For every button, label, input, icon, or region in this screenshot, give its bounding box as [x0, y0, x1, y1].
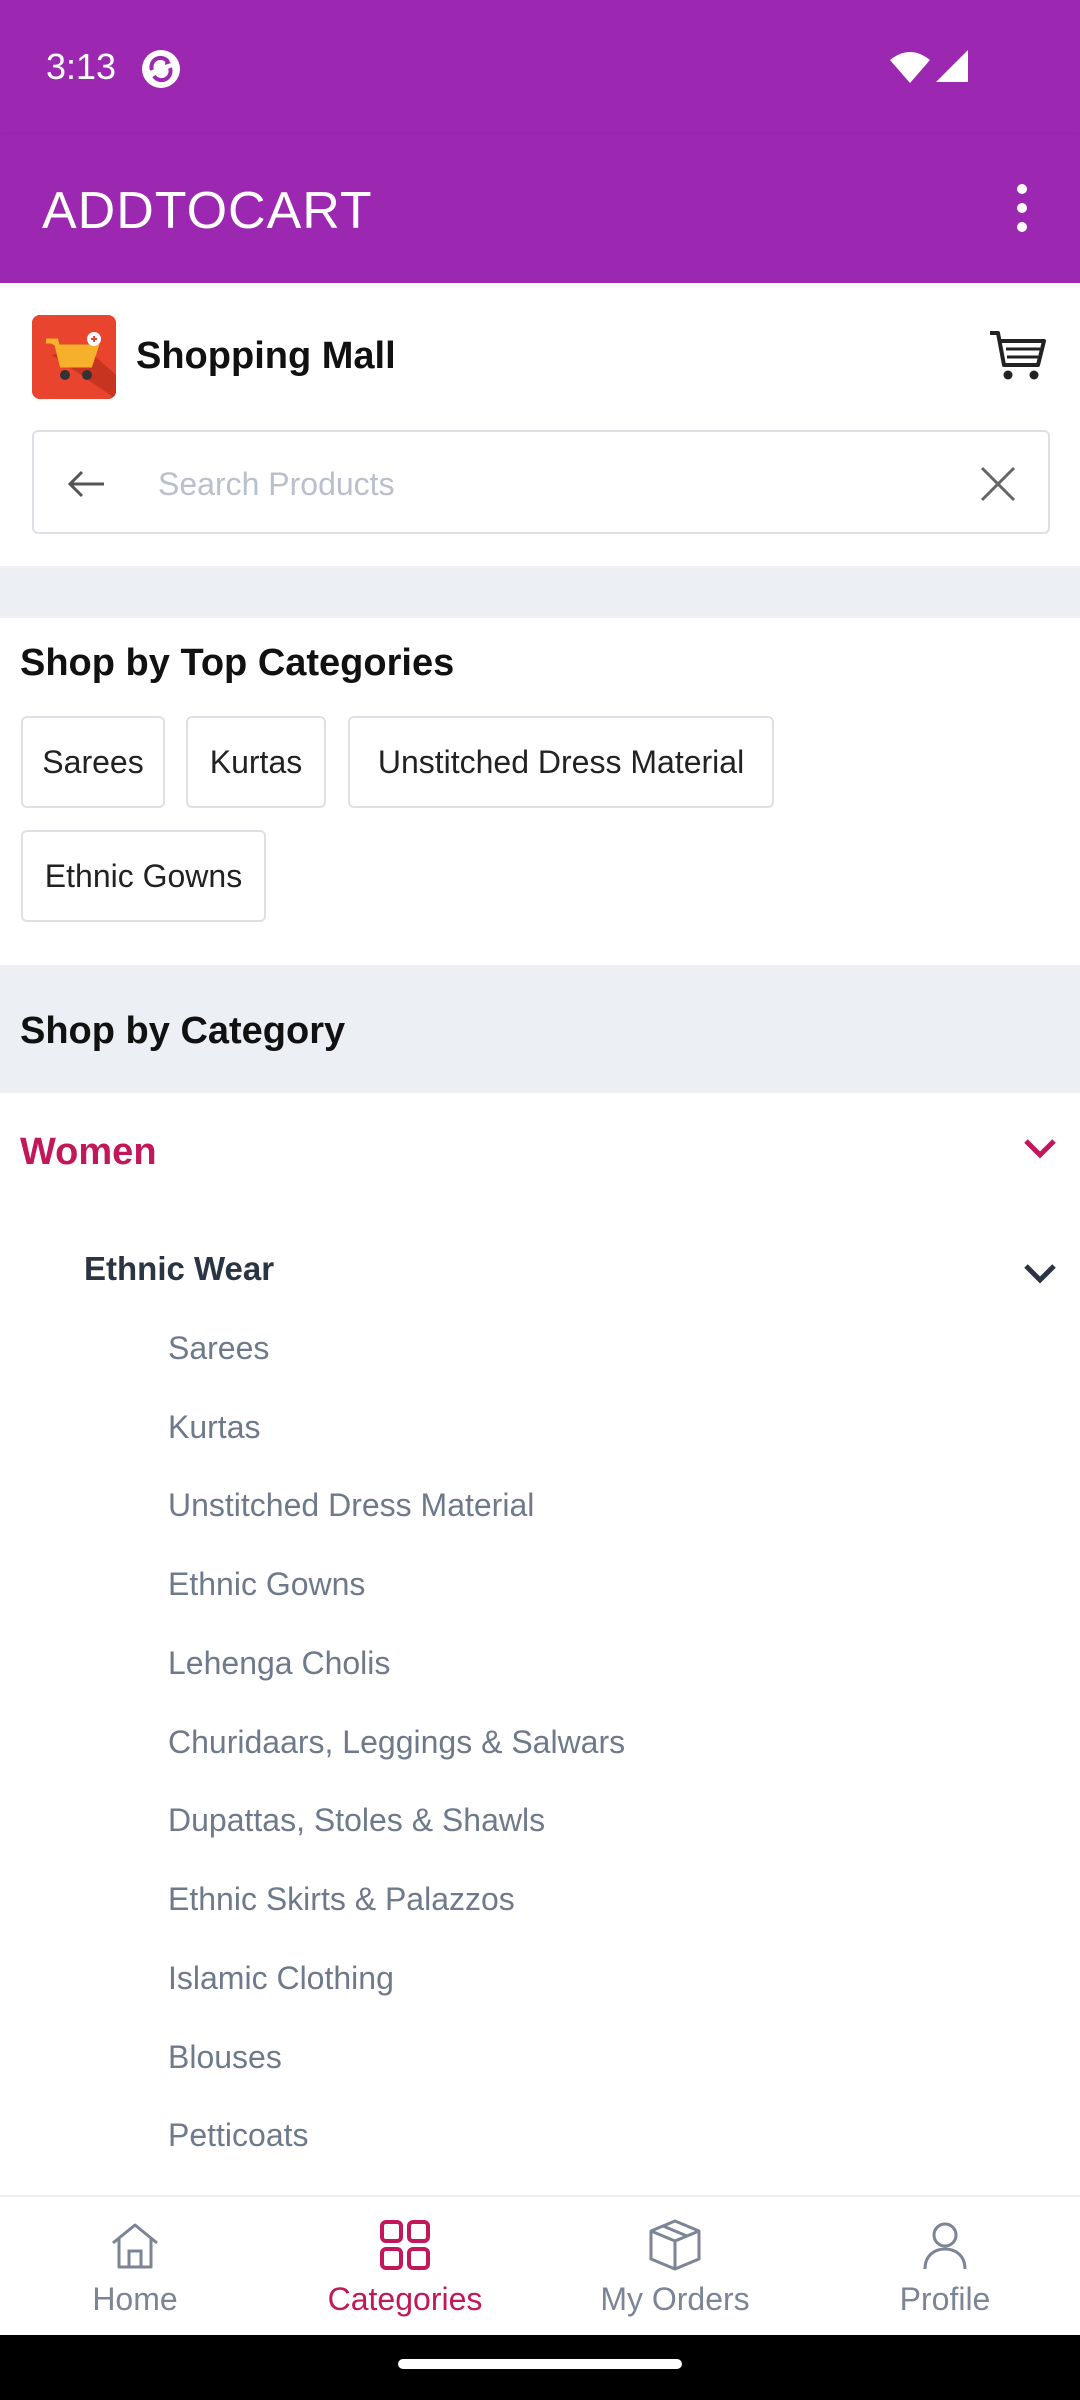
top-categories-title: Shop by Top Categories [20, 642, 455, 684]
chevron-down-icon[interactable] [1022, 1262, 1058, 1286]
list-item[interactable]: Lehenga Cholis [168, 1645, 390, 1682]
list-item[interactable]: Dupattas, Stoles & Shawls [168, 1802, 545, 1839]
list-item[interactable]: Unstitched Dress Material [168, 1487, 534, 1524]
app-title: ADDTOCART [42, 182, 373, 240]
nav-my-orders[interactable]: My Orders [540, 2197, 810, 2337]
list-item[interactable]: Petticoats [168, 2117, 309, 2154]
category-women-label: Women [20, 1131, 157, 1173]
chevron-down-icon[interactable] [1022, 1137, 1058, 1161]
nav-profile[interactable]: Profile [810, 2197, 1080, 2337]
sync-icon [142, 50, 180, 88]
signal-icon [936, 50, 968, 82]
category-section-header: Shop by Category [0, 965, 1080, 1093]
store-header: Shopping Mall [0, 283, 1080, 428]
list-item[interactable]: Ethnic Skirts & Palazzos [168, 1881, 515, 1918]
list-item[interactable]: Blouses [168, 2039, 282, 2076]
status-bar: 3:13 [0, 0, 1080, 135]
nav-my-orders-label: My Orders [600, 2281, 750, 2317]
search-input[interactable] [158, 454, 938, 514]
list-item[interactable]: Churidaars, Leggings & Salwars [168, 1724, 625, 1761]
grid-icon [380, 2220, 430, 2270]
overflow-menu-icon[interactable] [1000, 175, 1044, 241]
list-item[interactable]: Kurtas [168, 1409, 260, 1446]
chip-kurtas[interactable]: Kurtas [186, 716, 326, 808]
home-gesture-handle[interactable] [398, 2359, 682, 2369]
home-icon [112, 2223, 158, 2269]
store-logo [32, 315, 116, 399]
list-item[interactable]: Islamic Clothing [168, 1960, 394, 1997]
nav-profile-label: Profile [899, 2281, 991, 2317]
nav-home-label: Home [92, 2281, 178, 2317]
close-icon[interactable] [976, 462, 1020, 506]
category-women[interactable]: Women [0, 1093, 1080, 1211]
screen: 3:13 ADDTOCART Shopping Mall Search Prod… [0, 0, 1080, 2400]
user-icon [923, 2222, 967, 2270]
cart-icon[interactable] [988, 329, 1046, 383]
nav-categories[interactable]: Categories [270, 2197, 540, 2337]
app-bar: ADDTOCART [0, 135, 1080, 283]
list-item[interactable]: Ethnic Gowns [168, 1566, 365, 1603]
wifi-icon [890, 52, 930, 83]
search-bar [32, 430, 1050, 534]
nav-home[interactable]: Home [0, 2197, 270, 2337]
chip-sarees[interactable]: Sarees [21, 716, 165, 808]
back-arrow-icon[interactable] [64, 462, 108, 506]
gesture-bar [0, 2335, 1080, 2400]
nav-categories-label: Categories [327, 2281, 483, 2317]
subcategory-ethnic-wear[interactable]: Ethnic Wear [84, 1250, 274, 1288]
list-item[interactable]: Sarees [168, 1330, 269, 1367]
status-time: 3:13 [46, 46, 117, 87]
category-section-title: Shop by Category [20, 1010, 346, 1052]
divider-band [0, 566, 1080, 618]
box-icon [649, 2219, 701, 2271]
chip-unstitched-dress-material[interactable]: Unstitched Dress Material [348, 716, 774, 808]
chip-ethnic-gowns[interactable]: Ethnic Gowns [21, 830, 266, 922]
bottom-navigation: Home Categories My Orders Profile [0, 2195, 1080, 2335]
shopping-cart-logo-icon [32, 315, 116, 399]
store-name: Shopping Mall [136, 335, 396, 377]
